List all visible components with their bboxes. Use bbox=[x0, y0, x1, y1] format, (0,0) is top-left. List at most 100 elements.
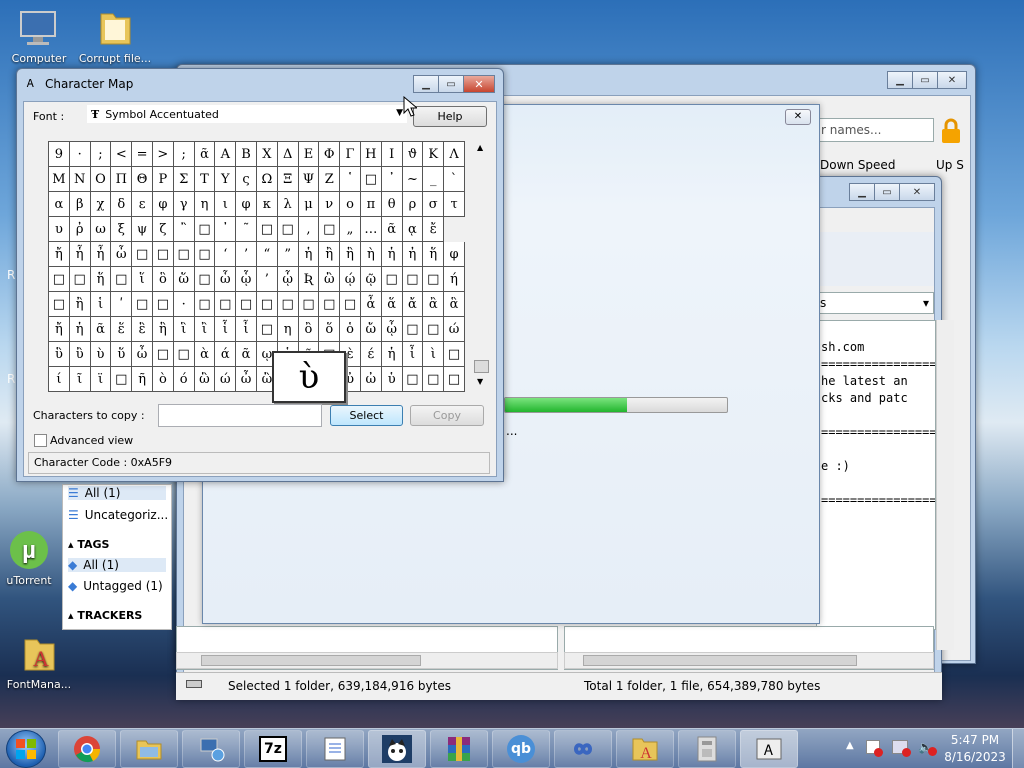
scroll-up-icon[interactable]: ▲ bbox=[477, 143, 483, 152]
character-cell[interactable]: ὁ bbox=[340, 317, 361, 342]
character-cell[interactable]: □ bbox=[298, 292, 320, 317]
character-cell[interactable]: · bbox=[69, 142, 91, 167]
character-cell[interactable]: Β bbox=[236, 142, 257, 167]
character-cell[interactable]: ᾶ bbox=[236, 342, 257, 367]
character-cell[interactable]: ἷ bbox=[215, 317, 237, 342]
character-cell[interactable]: □ bbox=[152, 342, 174, 367]
character-cell[interactable]: Δ bbox=[277, 142, 299, 167]
character-cell[interactable]: έ bbox=[360, 342, 382, 367]
character-cell[interactable]: Φ bbox=[319, 142, 341, 167]
character-cell[interactable]: γ bbox=[173, 192, 195, 217]
character-cell[interactable]: ἦ bbox=[90, 242, 112, 267]
character-cell[interactable]: ὅ bbox=[319, 317, 341, 342]
taskbar-explorer[interactable] bbox=[120, 730, 178, 768]
character-cell[interactable]: Α bbox=[215, 142, 237, 167]
scroll-thumb[interactable] bbox=[474, 360, 489, 373]
character-cell[interactable]: Γ bbox=[340, 142, 361, 167]
sidebar-tag-all[interactable]: ◆ All (1) bbox=[68, 558, 166, 572]
character-cell[interactable]: ὴ bbox=[360, 242, 382, 267]
scroll-down-icon[interactable]: ▼ bbox=[477, 377, 483, 386]
character-cell[interactable]: □ bbox=[256, 317, 278, 342]
character-cell[interactable]: ῾ bbox=[340, 167, 361, 192]
character-cell[interactable]: ἠ bbox=[402, 242, 424, 267]
character-cell[interactable]: ἥ bbox=[423, 242, 445, 267]
maximize-button[interactable]: ▭ bbox=[438, 75, 464, 93]
minimize-button[interactable]: ▁ bbox=[849, 183, 875, 201]
character-cell[interactable]: □ bbox=[236, 292, 257, 317]
character-cell[interactable]: □ bbox=[319, 292, 341, 317]
character-cell[interactable]: 9 bbox=[49, 142, 70, 167]
character-cell[interactable]: Ι bbox=[381, 142, 403, 167]
character-cell[interactable]: □ bbox=[423, 267, 445, 292]
character-cell[interactable]: ἣ bbox=[152, 317, 174, 342]
character-cell[interactable]: λ bbox=[277, 192, 299, 217]
character-cell[interactable]: ἵ bbox=[132, 267, 153, 292]
vertical-scrollbar[interactable] bbox=[936, 320, 954, 650]
character-cell[interactable]: φ bbox=[444, 242, 465, 267]
desktop-icon-utorrent[interactable]: µ uTorrent bbox=[0, 528, 66, 587]
character-cell[interactable]: □ bbox=[111, 367, 133, 392]
character-cell[interactable]: < bbox=[111, 142, 133, 167]
character-cell[interactable]: Τ bbox=[194, 167, 216, 192]
left-hscrollbar[interactable] bbox=[176, 652, 558, 669]
clock-time[interactable]: 5:47 PM bbox=[946, 733, 1004, 747]
character-cell[interactable]: ί bbox=[49, 367, 70, 392]
character-cell[interactable]: σ bbox=[423, 192, 445, 217]
character-cell[interactable]: β bbox=[69, 192, 91, 217]
character-cell[interactable]: Η bbox=[360, 142, 382, 167]
character-cell[interactable]: ὂ bbox=[298, 317, 320, 342]
character-cell[interactable]: ἤ bbox=[49, 242, 70, 267]
character-cell[interactable]: Θ bbox=[132, 167, 153, 192]
taskbar-charmap[interactable]: Ꭺ bbox=[740, 730, 798, 768]
close-button[interactable]: ✕ bbox=[899, 183, 935, 201]
character-cell[interactable]: χ bbox=[90, 192, 112, 217]
close-button[interactable]: ✕ bbox=[785, 109, 811, 125]
character-cell[interactable]: ῖ bbox=[69, 367, 91, 392]
character-cell[interactable]: η bbox=[194, 192, 216, 217]
character-cell[interactable]: ῀ bbox=[236, 217, 257, 242]
character-cell[interactable]: Ζ bbox=[319, 167, 341, 192]
sidebar-item-all[interactable]: ☰ All (1) bbox=[68, 486, 166, 500]
character-cell[interactable]: ’ bbox=[256, 267, 278, 292]
character-cell[interactable]: □ bbox=[277, 292, 299, 317]
character-cell[interactable]: θ bbox=[381, 192, 403, 217]
character-cell[interactable]: φ bbox=[236, 192, 257, 217]
taskbar-chrome[interactable] bbox=[58, 730, 116, 768]
character-cell[interactable]: □ bbox=[277, 217, 299, 242]
tray-flag-icon[interactable] bbox=[866, 740, 883, 757]
sidebar-tag-untagged[interactable]: ◆ Untagged (1) bbox=[68, 579, 163, 593]
character-cell[interactable]: ὦ bbox=[132, 342, 153, 367]
character-cell[interactable]: ἣ bbox=[340, 242, 361, 267]
character-cell[interactable]: ἅ bbox=[381, 292, 403, 317]
character-cell[interactable]: ω bbox=[90, 217, 112, 242]
character-cell[interactable]: □ bbox=[340, 292, 361, 317]
character-cell[interactable]: ’ bbox=[236, 242, 257, 267]
character-cell[interactable]: ἶ bbox=[402, 342, 424, 367]
character-cell[interactable]: □ bbox=[360, 167, 382, 192]
character-cell[interactable]: ἤ bbox=[49, 317, 70, 342]
taskbar-archive[interactable] bbox=[678, 730, 736, 768]
help-button[interactable]: Help bbox=[413, 106, 487, 127]
character-cell[interactable]: ‘ bbox=[215, 242, 237, 267]
character-cell[interactable]: υ bbox=[49, 217, 70, 242]
character-cell[interactable]: □ bbox=[173, 242, 195, 267]
character-cell[interactable]: Π bbox=[111, 167, 133, 192]
character-cell[interactable]: ῷ bbox=[360, 267, 382, 292]
close-button[interactable]: ✕ bbox=[937, 71, 967, 89]
character-cell[interactable]: Ρ bbox=[152, 167, 174, 192]
character-cell[interactable]: ϊ bbox=[90, 367, 112, 392]
character-cell[interactable]: □ bbox=[215, 292, 237, 317]
desktop-icon-folder[interactable]: Corrupt file... bbox=[78, 6, 152, 66]
character-cell[interactable]: ή bbox=[444, 267, 465, 292]
character-cell[interactable]: , bbox=[298, 217, 320, 242]
character-cell[interactable]: □ bbox=[49, 292, 70, 317]
character-cell[interactable]: ἄ bbox=[402, 292, 424, 317]
character-cell[interactable]: ό bbox=[173, 367, 195, 392]
character-cell[interactable]: > bbox=[152, 142, 174, 167]
select-button[interactable]: Select bbox=[330, 405, 403, 426]
minimize-button[interactable]: ▁ bbox=[887, 71, 913, 89]
character-cell[interactable]: Ν bbox=[69, 167, 91, 192]
character-cell[interactable]: ἲ bbox=[194, 317, 216, 342]
character-cell[interactable]: ἡ bbox=[69, 317, 91, 342]
search-input[interactable]: r names... bbox=[816, 118, 934, 142]
